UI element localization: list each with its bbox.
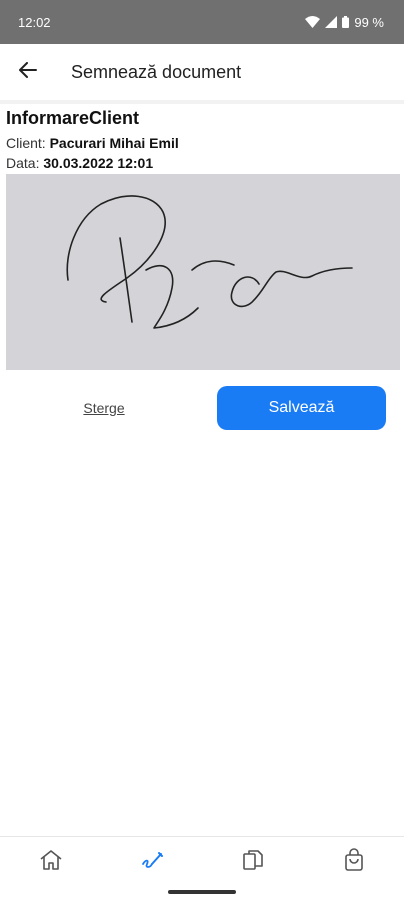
back-button[interactable] [0, 44, 56, 100]
shopping-bag-icon [342, 847, 366, 877]
arrow-back-icon [19, 61, 37, 83]
page-title: Semnează document [71, 61, 242, 82]
battery-icon [342, 16, 350, 28]
nav-item-documents[interactable] [223, 840, 283, 884]
nav-item-shop[interactable] [324, 840, 384, 884]
signature-pad[interactable] [6, 174, 400, 370]
signature-icon [140, 849, 164, 876]
client-value: Pacurari Mihai Emil [49, 135, 179, 151]
date-line: Data: 30.03.2022 12:01 [6, 155, 153, 171]
date-label: Data: [6, 155, 40, 171]
header-divider [0, 100, 404, 104]
wifi-icon [305, 16, 321, 28]
nav-item-signature[interactable] [122, 840, 182, 884]
bottom-nav [0, 836, 404, 887]
documents-icon [241, 848, 265, 877]
home-indicator[interactable] [168, 890, 236, 894]
date-value: 30.03.2022 12:01 [43, 155, 154, 171]
signal-icon [325, 16, 338, 28]
client-label: Client: [6, 135, 46, 151]
document-title: InformareClient [6, 108, 140, 128]
status-icons: 99 % [305, 15, 384, 30]
app-bar: Semnează document [0, 44, 404, 100]
home-icon [39, 849, 63, 876]
signature-stroke [66, 195, 353, 329]
client-line: Client: Pacurari Mihai Emil [6, 135, 179, 151]
status-bar: 12:02 99 % [0, 0, 404, 44]
clear-button[interactable]: Sterge [60, 396, 148, 420]
nav-item-home[interactable] [21, 840, 81, 884]
save-button[interactable]: Salvează [217, 386, 386, 430]
battery-percent: 99 % [354, 14, 384, 30]
status-time: 12:02 [18, 14, 51, 30]
